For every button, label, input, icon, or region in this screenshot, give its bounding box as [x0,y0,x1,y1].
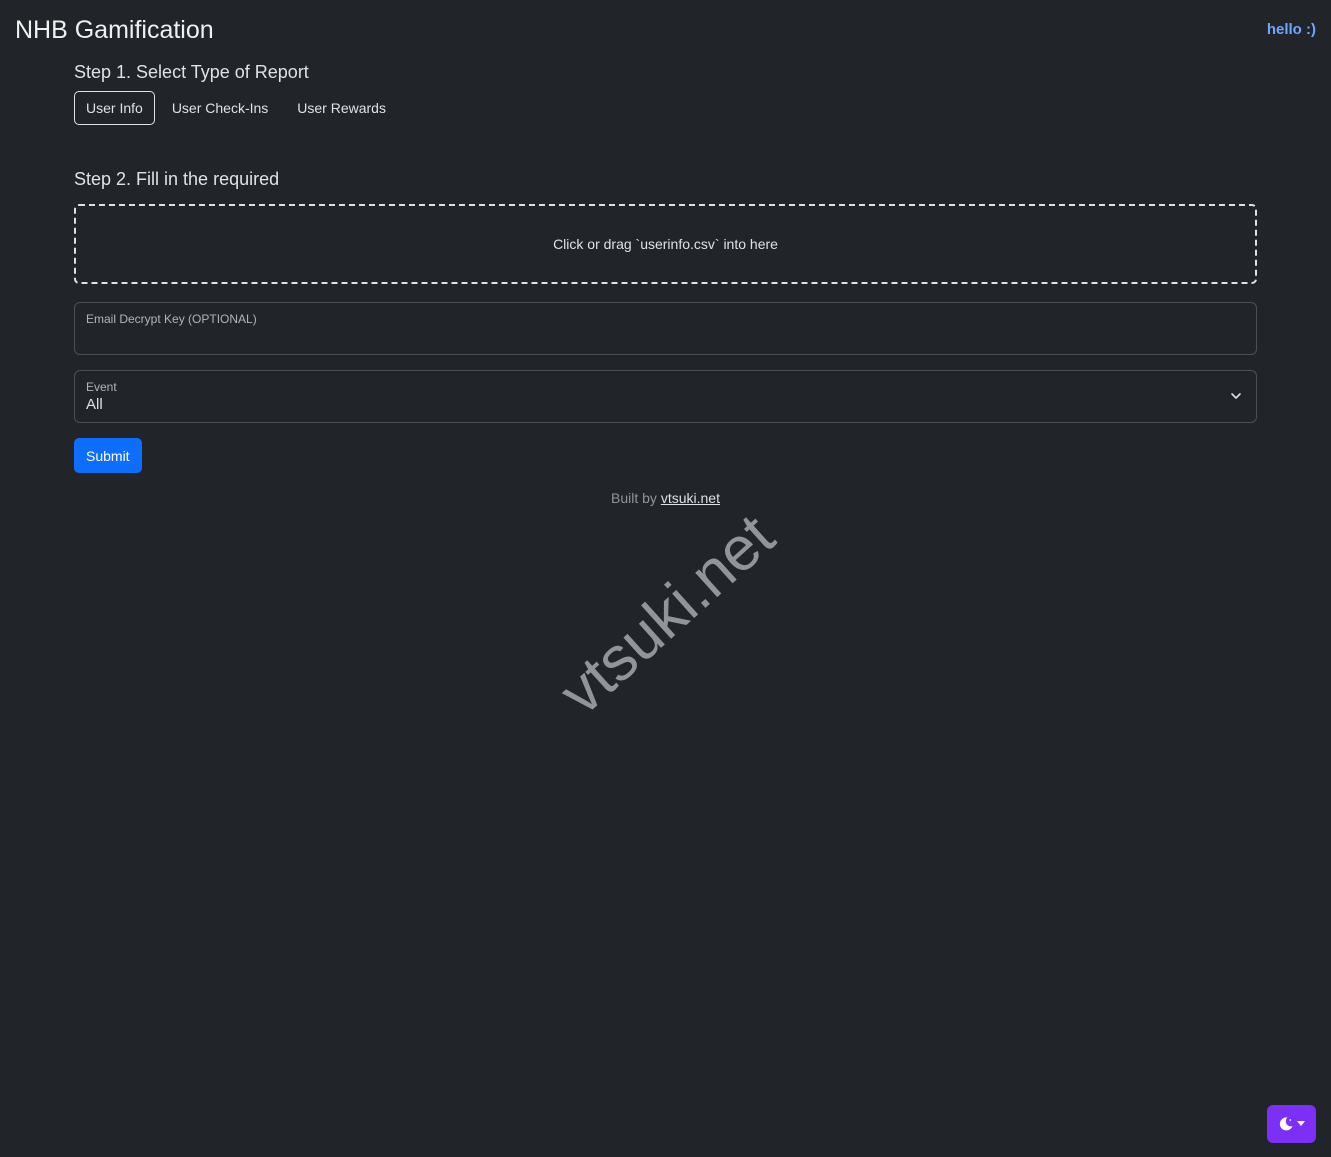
dropzone-text: Click or drag `userinfo.csv` into here [553,236,778,252]
app-title: NHB Gamification [15,16,214,44]
watermark: vtsuki.net [546,501,788,729]
page: NHB Gamification hello :) Step 1. Select… [0,0,1331,1157]
step2-heading: Step 2. Fill in the required [74,169,280,189]
theme-toggle-button[interactable] [1267,1105,1316,1143]
email-decrypt-key-field[interactable]: Email Decrypt Key (OPTIONAL) [74,302,1257,355]
footer-link[interactable]: vtsuki.net [661,490,720,506]
moon-icon [1279,1117,1293,1131]
caret-down-icon [1297,1121,1305,1126]
event-select-value: All [86,396,103,413]
submit-button[interactable]: Submit [74,438,142,473]
csv-dropzone[interactable]: Click or drag `userinfo.csv` into here [74,204,1257,284]
step2-section: Step 2. Fill in the required Click or dr… [74,169,1257,473]
step1-section: Step 1. Select Type of Report User Info … [74,62,1257,125]
chevron-down-icon [1231,393,1241,399]
email-decrypt-key-input[interactable] [75,303,1256,354]
tab-user-check-ins[interactable]: User Check-Ins [160,91,280,125]
event-select[interactable]: Event All [74,370,1257,423]
hello-link[interactable]: hello :) [1267,21,1316,38]
tab-user-info[interactable]: User Info [74,91,155,125]
step1-heading: Step 1. Select Type of Report [74,62,309,82]
footer: Built by vtsuki.net [0,490,1331,506]
report-type-tabs: User Info User Check-Ins User Rewards [74,91,1257,125]
footer-prefix: Built by [611,490,657,506]
tab-user-rewards[interactable]: User Rewards [285,91,398,125]
event-select-label: Event [86,380,117,394]
